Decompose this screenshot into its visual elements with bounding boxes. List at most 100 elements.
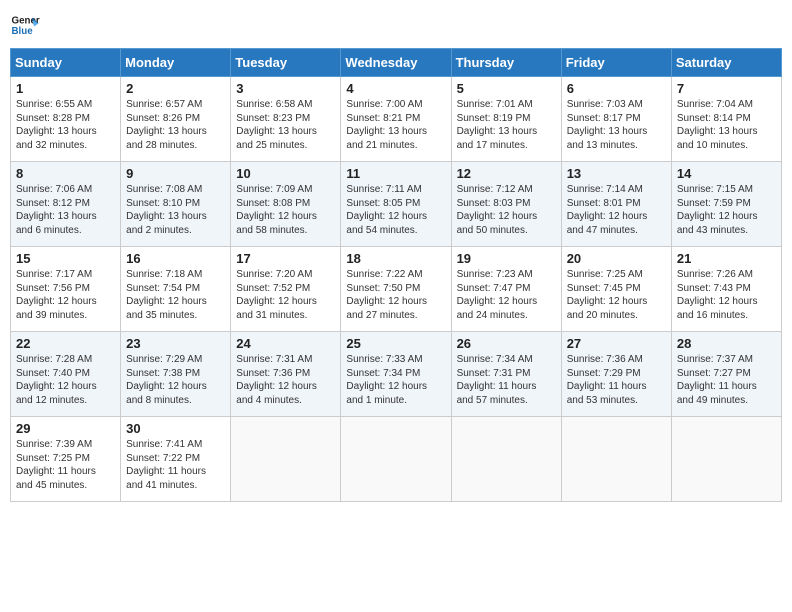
calendar-cell: 13 Sunrise: 7:14 AMSunset: 8:01 PMDayligh…: [561, 162, 671, 247]
day-number: 22: [16, 336, 115, 351]
calendar-week-1: 1 Sunrise: 6:55 AMSunset: 8:28 PMDaylight…: [11, 77, 782, 162]
svg-text:Blue: Blue: [12, 26, 34, 37]
calendar-cell: 2 Sunrise: 6:57 AMSunset: 8:26 PMDaylight…: [121, 77, 231, 162]
day-number: 10: [236, 166, 335, 181]
calendar-cell: 14 Sunrise: 7:15 AMSunset: 7:59 PMDayligh…: [671, 162, 781, 247]
weekday-header-friday: Friday: [561, 49, 671, 77]
cell-content: Sunrise: 7:08 AMSunset: 8:10 PMDaylight:…: [126, 183, 225, 237]
day-number: 5: [457, 81, 556, 96]
calendar-week-4: 22 Sunrise: 7:28 AMSunset: 7:40 PMDayligh…: [11, 332, 782, 417]
calendar-cell: 18 Sunrise: 7:22 AMSunset: 7:50 PMDayligh…: [341, 247, 451, 332]
calendar-cell: 15 Sunrise: 7:17 AMSunset: 7:56 PMDayligh…: [11, 247, 121, 332]
cell-content: Sunrise: 7:31 AMSunset: 7:36 PMDaylight:…: [236, 353, 335, 407]
day-number: 7: [677, 81, 776, 96]
day-number: 4: [346, 81, 445, 96]
day-number: 16: [126, 251, 225, 266]
calendar-cell: [451, 417, 561, 502]
logo: General Blue: [10, 10, 46, 40]
cell-content: Sunrise: 6:58 AMSunset: 8:23 PMDaylight:…: [236, 98, 335, 152]
cell-content: Sunrise: 7:25 AMSunset: 7:45 PMDaylight:…: [567, 268, 666, 322]
day-number: 9: [126, 166, 225, 181]
calendar-cell: 19Sunrise: 7:23 AMSunset: 7:47 PMDayligh…: [451, 247, 561, 332]
day-number: 21: [677, 251, 776, 266]
calendar-cell: 30Sunrise: 7:41 AMSunset: 7:22 PMDayligh…: [121, 417, 231, 502]
day-number: 8: [16, 166, 115, 181]
cell-content: Sunrise: 6:57 AMSunset: 8:26 PMDaylight:…: [126, 98, 225, 152]
cell-content: Sunrise: 7:01 AMSunset: 8:19 PMDaylight:…: [457, 98, 556, 152]
day-number: 28: [677, 336, 776, 351]
calendar-cell: 7 Sunrise: 7:04 AMSunset: 8:14 PMDaylight…: [671, 77, 781, 162]
page-header: General Blue: [10, 10, 782, 40]
cell-content: Sunrise: 7:39 AMSunset: 7:25 PMDaylight:…: [16, 438, 115, 492]
cell-content: Sunrise: 7:18 AMSunset: 7:54 PMDaylight:…: [126, 268, 225, 322]
weekday-header-tuesday: Tuesday: [231, 49, 341, 77]
day-number: 14: [677, 166, 776, 181]
weekday-header-wednesday: Wednesday: [341, 49, 451, 77]
calendar-cell: [231, 417, 341, 502]
calendar-cell: 21 Sunrise: 7:26 AMSunset: 7:43 PMDayligh…: [671, 247, 781, 332]
day-number: 17: [236, 251, 335, 266]
cell-content: Sunrise: 7:15 AMSunset: 7:59 PMDaylight:…: [677, 183, 776, 237]
calendar-cell: 5 Sunrise: 7:01 AMSunset: 8:19 PMDaylight…: [451, 77, 561, 162]
calendar-cell: 10 Sunrise: 7:09 AMSunset: 8:08 PMDayligh…: [231, 162, 341, 247]
cell-content: Sunrise: 7:20 AMSunset: 7:52 PMDaylight:…: [236, 268, 335, 322]
cell-content: Sunrise: 7:14 AMSunset: 8:01 PMDaylight:…: [567, 183, 666, 237]
day-number: 1: [16, 81, 115, 96]
day-number: 26: [457, 336, 556, 351]
cell-content: Sunrise: 7:00 AMSunset: 8:21 PMDaylight:…: [346, 98, 445, 152]
logo-icon: General Blue: [10, 10, 40, 40]
day-number: 18: [346, 251, 445, 266]
calendar-cell: 6 Sunrise: 7:03 AMSunset: 8:17 PMDaylight…: [561, 77, 671, 162]
day-number: 6: [567, 81, 666, 96]
cell-content: Sunrise: 7:26 AMSunset: 7:43 PMDaylight:…: [677, 268, 776, 322]
calendar-cell: 22 Sunrise: 7:28 AMSunset: 7:40 PMDayligh…: [11, 332, 121, 417]
weekday-header-thursday: Thursday: [451, 49, 561, 77]
cell-content: Sunrise: 6:55 AMSunset: 8:28 PMDaylight:…: [16, 98, 115, 152]
calendar-cell: 20Sunrise: 7:25 AMSunset: 7:45 PMDayligh…: [561, 247, 671, 332]
calendar-cell: 26 Sunrise: 7:34 AMSunset: 7:31 PMDayligh…: [451, 332, 561, 417]
calendar-cell: 4 Sunrise: 7:00 AMSunset: 8:21 PMDaylight…: [341, 77, 451, 162]
calendar-week-2: 8 Sunrise: 7:06 AMSunset: 8:12 PMDaylight…: [11, 162, 782, 247]
cell-content: Sunrise: 7:04 AMSunset: 8:14 PMDaylight:…: [677, 98, 776, 152]
day-number: 13: [567, 166, 666, 181]
calendar-cell: 29Sunrise: 7:39 AMSunset: 7:25 PMDayligh…: [11, 417, 121, 502]
day-number: 11: [346, 166, 445, 181]
calendar-cell: 27 Sunrise: 7:36 AMSunset: 7:29 PMDayligh…: [561, 332, 671, 417]
cell-content: Sunrise: 7:33 AMSunset: 7:34 PMDaylight:…: [346, 353, 445, 407]
calendar-cell: 25 Sunrise: 7:33 AMSunset: 7:34 PMDayligh…: [341, 332, 451, 417]
cell-content: Sunrise: 7:12 AMSunset: 8:03 PMDaylight:…: [457, 183, 556, 237]
calendar-cell: [341, 417, 451, 502]
cell-content: Sunrise: 7:36 AMSunset: 7:29 PMDaylight:…: [567, 353, 666, 407]
cell-content: Sunrise: 7:37 AMSunset: 7:27 PMDaylight:…: [677, 353, 776, 407]
cell-content: Sunrise: 7:03 AMSunset: 8:17 PMDaylight:…: [567, 98, 666, 152]
day-number: 30: [126, 421, 225, 436]
calendar-cell: 12 Sunrise: 7:12 AMSunset: 8:03 PMDayligh…: [451, 162, 561, 247]
cell-content: Sunrise: 7:09 AMSunset: 8:08 PMDaylight:…: [236, 183, 335, 237]
calendar-cell: [671, 417, 781, 502]
calendar-cell: 23 Sunrise: 7:29 AMSunset: 7:38 PMDayligh…: [121, 332, 231, 417]
calendar-week-5: 29Sunrise: 7:39 AMSunset: 7:25 PMDayligh…: [11, 417, 782, 502]
day-number: 27: [567, 336, 666, 351]
day-number: 2: [126, 81, 225, 96]
cell-content: Sunrise: 7:17 AMSunset: 7:56 PMDaylight:…: [16, 268, 115, 322]
day-number: 3: [236, 81, 335, 96]
calendar-header-row: SundayMondayTuesdayWednesdayThursdayFrid…: [11, 49, 782, 77]
day-number: 12: [457, 166, 556, 181]
cell-content: Sunrise: 7:29 AMSunset: 7:38 PMDaylight:…: [126, 353, 225, 407]
cell-content: Sunrise: 7:11 AMSunset: 8:05 PMDaylight:…: [346, 183, 445, 237]
day-number: 15: [16, 251, 115, 266]
calendar-cell: 1 Sunrise: 6:55 AMSunset: 8:28 PMDaylight…: [11, 77, 121, 162]
cell-content: Sunrise: 7:06 AMSunset: 8:12 PMDaylight:…: [16, 183, 115, 237]
day-number: 23: [126, 336, 225, 351]
weekday-header-saturday: Saturday: [671, 49, 781, 77]
calendar-cell: 3 Sunrise: 6:58 AMSunset: 8:23 PMDaylight…: [231, 77, 341, 162]
day-number: 19: [457, 251, 556, 266]
cell-content: Sunrise: 7:34 AMSunset: 7:31 PMDaylight:…: [457, 353, 556, 407]
cell-content: Sunrise: 7:22 AMSunset: 7:50 PMDaylight:…: [346, 268, 445, 322]
weekday-header-sunday: Sunday: [11, 49, 121, 77]
calendar-week-3: 15 Sunrise: 7:17 AMSunset: 7:56 PMDayligh…: [11, 247, 782, 332]
day-number: 24: [236, 336, 335, 351]
cell-content: Sunrise: 7:28 AMSunset: 7:40 PMDaylight:…: [16, 353, 115, 407]
day-number: 25: [346, 336, 445, 351]
calendar-cell: 28 Sunrise: 7:37 AMSunset: 7:27 PMDayligh…: [671, 332, 781, 417]
